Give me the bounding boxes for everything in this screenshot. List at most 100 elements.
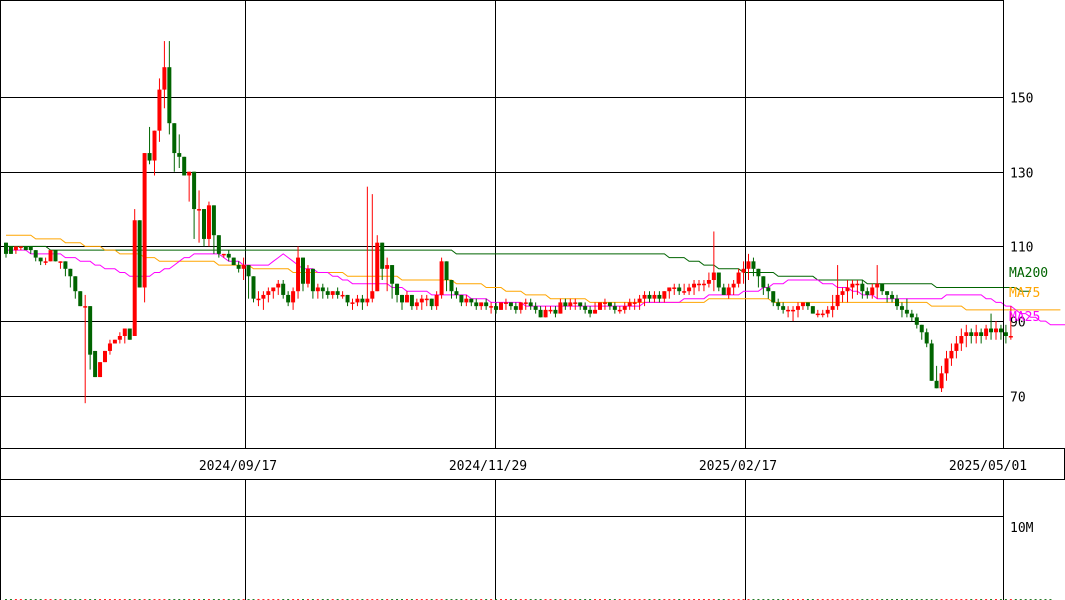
candle-body <box>449 280 454 292</box>
candle-body <box>83 306 88 308</box>
candle-body <box>147 153 152 161</box>
candle-body <box>360 298 365 303</box>
candle-body <box>751 261 756 269</box>
candle-body <box>216 235 221 254</box>
candle-body <box>8 246 13 254</box>
candle-body <box>256 298 261 301</box>
candle-body <box>706 280 711 284</box>
candle-body <box>53 250 58 262</box>
candle-body <box>221 253 226 256</box>
candle-body <box>350 302 355 304</box>
candle-body <box>251 276 256 299</box>
candle-body <box>157 89 162 131</box>
candle-body <box>177 153 182 157</box>
candle-body <box>622 306 627 310</box>
candle-body <box>365 298 370 303</box>
candle-body <box>835 294 840 307</box>
candle-body <box>236 265 241 269</box>
candle-body <box>865 291 870 295</box>
candle-body <box>573 302 578 304</box>
candle-body <box>122 328 127 336</box>
candle-body <box>261 294 266 299</box>
candle-body <box>929 343 934 381</box>
candle-body <box>380 242 385 269</box>
candle-body <box>499 302 503 310</box>
candle-body <box>899 306 904 310</box>
candle-body <box>142 153 147 288</box>
candle-body <box>667 287 672 292</box>
candle-body <box>791 309 796 312</box>
candle-body <box>711 272 716 280</box>
candle-body <box>815 313 820 316</box>
candle-body <box>736 272 741 284</box>
candle-body <box>414 302 419 307</box>
volume-y-tick-label: 10M <box>1010 521 1034 536</box>
candle-body <box>845 287 850 292</box>
candle-body <box>231 257 236 266</box>
candle-body <box>296 257 301 292</box>
candle-body <box>830 306 835 310</box>
candle-body <box>533 306 538 310</box>
candle-body <box>206 205 211 239</box>
candle-body <box>112 339 117 344</box>
candle-body <box>513 306 518 310</box>
candle-body <box>637 298 642 303</box>
candle-body <box>162 67 167 90</box>
candle-body <box>474 302 479 307</box>
stock-chart: 7090110130150 MA200 MA75 MA25 2024/09/17… <box>0 0 1065 600</box>
candle-body <box>503 302 508 304</box>
candle-body <box>63 261 68 269</box>
candle-body <box>919 324 924 333</box>
candle-body <box>301 257 305 284</box>
candle-body <box>13 246 18 251</box>
candle-body <box>805 302 810 307</box>
candle-body <box>137 220 142 288</box>
candle-body <box>246 265 251 277</box>
candle-body <box>494 306 499 310</box>
candle-body <box>454 291 459 295</box>
candle-body <box>1008 336 1013 338</box>
candle-body <box>885 291 890 295</box>
candle-body <box>330 291 335 295</box>
candle-body <box>949 350 954 359</box>
candle-body <box>23 246 28 251</box>
candle-body <box>103 350 107 363</box>
candle-body <box>652 294 657 299</box>
candle-body <box>642 294 647 299</box>
candle-body <box>850 283 855 288</box>
candle-body <box>914 317 919 325</box>
candle-body <box>800 302 805 307</box>
candle-body <box>434 294 439 307</box>
candle-body <box>924 332 929 344</box>
candle-body <box>687 287 692 292</box>
candle-body <box>429 298 434 307</box>
candle-body <box>632 302 637 304</box>
candle-body <box>286 294 291 303</box>
candle-body <box>315 287 320 292</box>
candle-body <box>558 302 563 314</box>
candle-body <box>969 332 974 336</box>
candle-body <box>776 302 781 307</box>
candle-body <box>33 250 38 258</box>
candle-body <box>400 294 404 303</box>
candle-body <box>657 294 662 299</box>
candle-body <box>617 309 622 312</box>
candle-body <box>583 306 588 310</box>
candle-body <box>904 309 909 314</box>
candle-body <box>756 268 761 277</box>
candle-body <box>395 283 400 295</box>
candle-body <box>127 328 132 340</box>
candle-body <box>796 306 800 310</box>
candle-body <box>974 332 979 336</box>
candle-body <box>241 265 246 269</box>
candle-body <box>266 291 271 295</box>
ma25-label: MA25 <box>1009 310 1040 325</box>
candle-body <box>271 287 276 292</box>
candle-body <box>909 313 914 318</box>
x-tick-label: 2025/02/17 <box>699 459 777 474</box>
candle-body <box>459 294 464 303</box>
candle-body <box>340 294 345 297</box>
candle-body <box>404 294 409 303</box>
candle-body <box>840 291 845 295</box>
candle-body <box>766 287 771 292</box>
